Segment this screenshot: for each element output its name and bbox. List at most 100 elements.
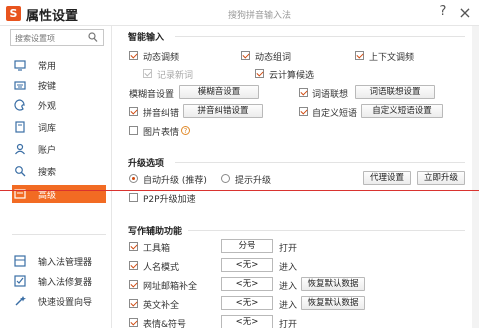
sidebar-item-search[interactable]: 搜索 [12,162,106,180]
record-new-words-label: 记录新词 [157,71,194,81]
url-email-hotkey-field[interactable]: <无> [221,277,273,291]
section-divider [175,36,465,37]
name-mode-label: 人名模式 [143,263,180,273]
section-title-smart-input: 智能输入 [128,33,165,43]
section-title-upgrade: 升级选项 [128,159,165,169]
toolbox-label: 工具箱 [143,244,171,254]
sidebar-item-appearance[interactable]: 外观 [12,96,106,114]
url-email-restore-defaults-button[interactable]: 恢复默认数据 [301,277,365,291]
sidebar-item-setup-wizard[interactable]: 快速设置向导 [12,292,106,310]
url-email-complete-checkbox[interactable] [129,280,138,289]
p2p-accelerate-checkbox[interactable] [129,193,138,202]
help-question-icon[interactable]: ? [181,126,190,135]
context-freq-label: 上下文调频 [369,53,415,63]
window-title: 属性设置 [26,9,79,24]
sidebar-item-ime-repair[interactable]: 输入法修复器 [12,272,106,290]
section-divider [175,162,465,163]
sidebar: 常用 按键 外观 词库 账户 搜索 高级 输入法管理器 输入法修复器 快速设置向… [0,26,112,328]
pinyin-correct-label: 拼音纠错 [143,109,180,119]
sidebar-item-label: 按键 [38,82,57,92]
english-complete-restore-defaults-button[interactable]: 恢复默认数据 [301,296,365,310]
context-freq-checkbox[interactable] [355,51,364,60]
search-box[interactable] [10,29,104,46]
pinyin-correct-settings-button[interactable]: 拼音纠错设置 [183,104,263,118]
sidebar-item-label: 外观 [38,102,57,112]
name-mode-checkbox[interactable] [129,261,138,270]
search-icon[interactable] [88,32,98,46]
emoji-symbol-hotkey-field[interactable]: <无> [221,315,273,328]
settings-panel: 智能输入 动态调频 动态组词 上下文调频 记录新词 云计算候选 模糊音设置 模糊… [113,26,479,328]
sogou-logo-icon: S [6,6,21,21]
cloud-candidates-checkbox[interactable] [255,69,264,78]
toolbox-checkbox[interactable] [129,242,138,251]
custom-phrase-checkbox[interactable] [299,107,308,116]
auto-upgrade-label: 自动升级 (推荐) [143,176,207,186]
auto-upgrade-radio[interactable] [129,174,138,183]
sidebar-item-label: 常用 [38,62,57,72]
ime-repair-icon [14,275,26,287]
dynamic-freq-label: 动态调频 [143,53,180,63]
picture-emoji-label: 图片表情 [143,128,180,138]
title-bar: S 属性设置 搜狗拼音输入法 ? × [0,0,479,26]
help-button[interactable]: ? [436,4,450,20]
close-button[interactable]: × [457,3,473,22]
sidebar-divider [12,234,106,235]
sidebar-item-common[interactable]: 常用 [12,56,106,74]
english-complete-label: 英文补全 [143,301,180,311]
sidebar-item-ime-manager[interactable]: 输入法管理器 [12,252,106,270]
keyboard-icon [14,81,26,90]
proxy-settings-button[interactable]: 代理设置 [363,171,411,185]
dynamic-freq-checkbox[interactable] [129,51,138,60]
association-label: 词语联想 [312,90,349,100]
sidebar-item-label: 账户 [38,146,57,156]
sidebar-item-account[interactable]: 账户 [12,140,106,158]
association-settings-button[interactable]: 词语联想设置 [355,85,435,99]
toolbox-hotkey-field[interactable]: 分号 [221,239,273,253]
fuzzy-label: 模糊音设置 [129,90,175,100]
record-new-words-checkbox[interactable] [143,69,152,78]
pinyin-correct-checkbox[interactable] [129,107,138,116]
sidebar-item-label: 词库 [38,124,57,134]
ime-manager-icon [14,255,26,267]
upgrade-now-button[interactable]: 立即升级 [417,171,465,185]
picture-emoji-checkbox[interactable] [129,126,138,135]
association-checkbox[interactable] [299,88,308,97]
vertical-scrollbar[interactable] [472,26,479,328]
window-subtitle: 搜狗拼音输入法 [228,11,292,21]
sidebar-item-label: 输入法管理器 [38,258,93,268]
name-mode-hotkey-field[interactable]: <无> [221,258,273,272]
search-input[interactable] [15,32,85,44]
sidebar-item-label: 输入法修复器 [38,278,93,288]
sidebar-item-keys[interactable]: 按键 [12,76,106,94]
section-title-writing: 写作辅助功能 [128,227,183,237]
search-icon [15,166,26,177]
sidebar-item-advanced[interactable]: 高级 [12,185,106,203]
sidebar-item-dictionary[interactable]: 词库 [12,118,106,136]
english-complete-checkbox[interactable] [129,299,138,308]
name-mode-action-label: 进入 [279,263,298,273]
dynamic-group-checkbox[interactable] [241,51,250,60]
url-email-action-label: 进入 [279,282,298,292]
toolbox-action-label: 打开 [279,244,298,254]
book-icon [15,121,25,133]
cloud-candidates-label: 云计算候选 [269,71,315,81]
annotation-red-line [0,190,479,191]
user-icon [15,143,25,155]
monitor-icon [14,60,26,71]
emoji-symbol-action-label: 打开 [279,320,298,328]
fuzzy-settings-button[interactable]: 模糊音设置 [179,85,259,99]
prompt-upgrade-label: 提示升级 [235,176,272,186]
emoji-symbol-checkbox[interactable] [129,318,138,327]
dynamic-group-label: 动态组词 [255,53,292,63]
sidebar-item-label: 搜索 [38,168,57,178]
custom-phrase-label: 自定义短语 [312,109,358,119]
section-divider [188,230,465,231]
prompt-upgrade-radio[interactable] [221,174,230,183]
english-complete-action-label: 进入 [279,301,298,311]
emoji-symbol-label: 表情&符号 [143,320,187,328]
english-complete-hotkey-field[interactable]: <无> [221,296,273,310]
wizard-icon [15,296,26,306]
custom-phrase-settings-button[interactable]: 自定义短语设置 [361,104,443,118]
url-email-complete-label: 网址邮箱补全 [143,282,198,292]
p2p-accelerate-label: P2P升级加速 [143,195,196,205]
